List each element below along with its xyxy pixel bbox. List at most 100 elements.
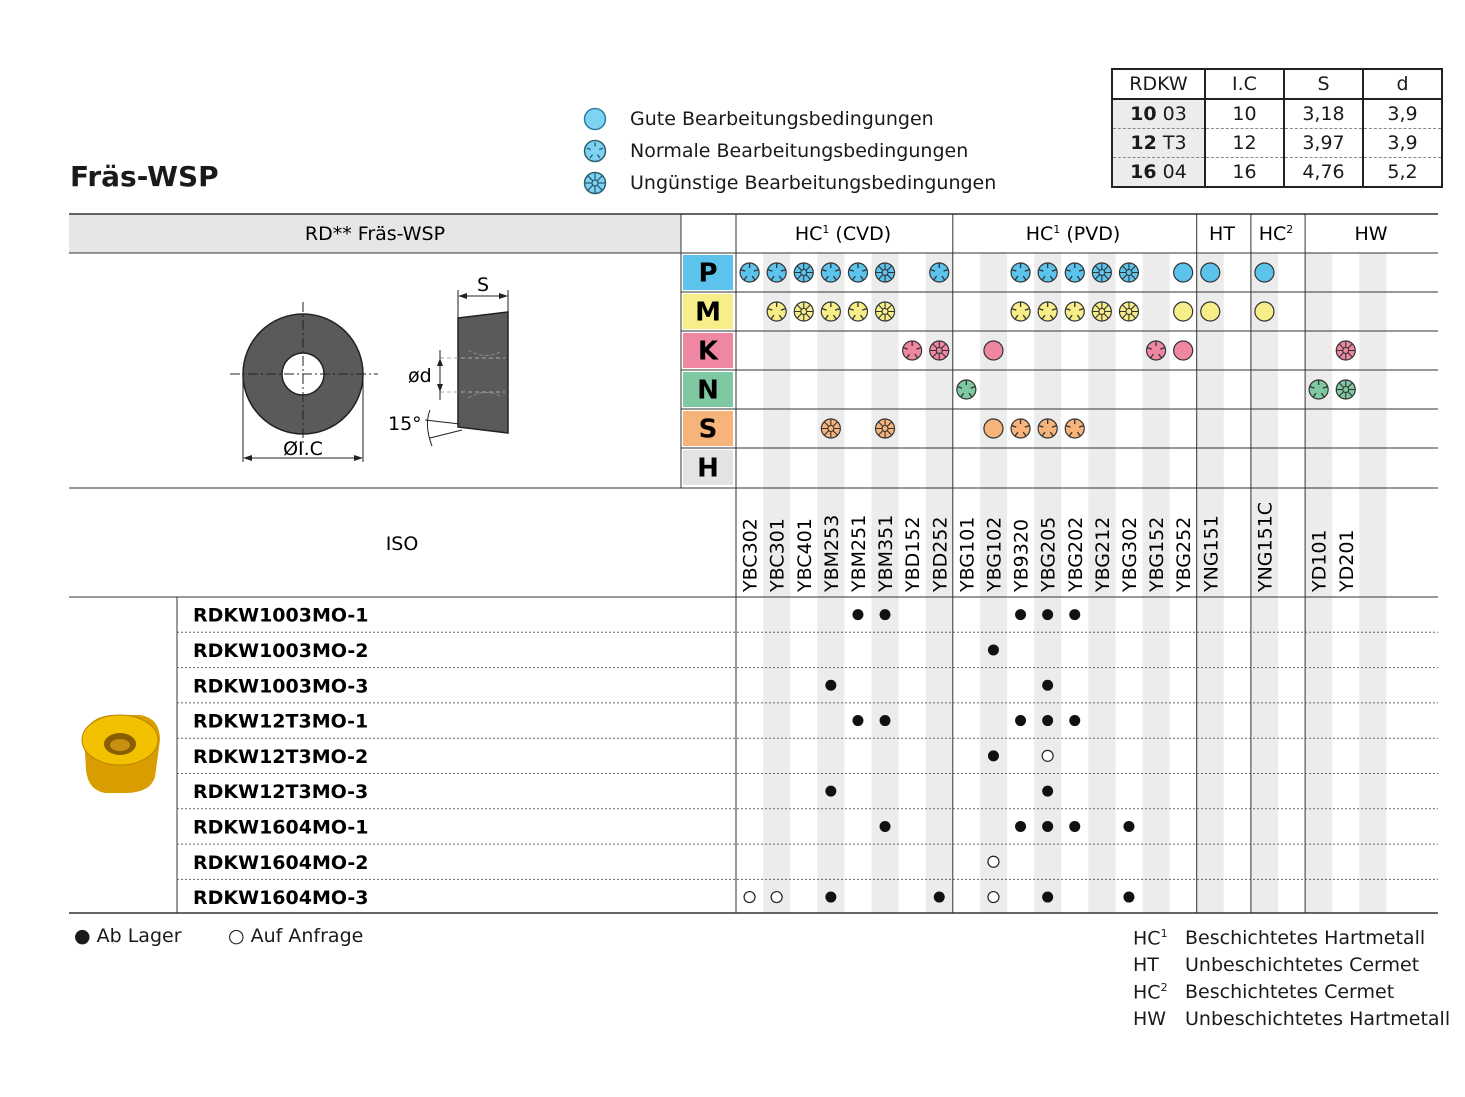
grade-label: YBC302 xyxy=(740,518,762,593)
normal-condition-icon xyxy=(1010,301,1031,322)
bad-condition-icon xyxy=(874,418,896,439)
in-stock-mark xyxy=(852,715,864,727)
insert-photo xyxy=(81,714,160,793)
bad-condition-icon xyxy=(1335,379,1356,400)
grade-label: YD201 xyxy=(1336,529,1358,593)
group-hc1-cvd: HC1 (CVD) xyxy=(795,223,891,245)
product-name: RDKW1003MO-2 xyxy=(193,640,368,662)
normal-condition-icon xyxy=(1064,418,1085,439)
in-stock-mark xyxy=(1042,715,1054,727)
key-hc2: HC2 Beschichtetes Cermet xyxy=(1133,981,1395,1004)
good-condition-icon xyxy=(1254,262,1275,283)
insert-drawing: ØI.C ød S 15° xyxy=(230,274,509,462)
normal-condition-icon xyxy=(1145,340,1167,361)
normal-condition-icon xyxy=(1064,262,1085,283)
bad-condition-icon xyxy=(793,262,814,283)
normal-condition-icon xyxy=(739,262,760,283)
in-stock-mark xyxy=(1042,891,1054,903)
bad-condition-icon xyxy=(1118,262,1140,283)
bad-condition-icon xyxy=(820,418,841,439)
bad-condition-icon xyxy=(793,301,814,322)
product-row[interactable]: RDKW1003MO-3 xyxy=(193,675,1054,697)
in-stock-mark xyxy=(879,715,891,727)
product-row[interactable]: RDKW12T3MO-2 xyxy=(193,746,1054,768)
ic-dimension-label: ØI.C xyxy=(283,438,323,460)
normal-condition-icon xyxy=(1037,418,1058,439)
grade-label: YBG252 xyxy=(1173,517,1195,593)
grade-label: YBG212 xyxy=(1092,517,1114,593)
grade-label: YBG102 xyxy=(983,517,1005,593)
material-letter: S xyxy=(699,415,718,445)
grade-label: YNG151 xyxy=(1200,515,1222,593)
in-stock-mark xyxy=(933,891,945,903)
grade-label: YBC301 xyxy=(767,518,789,593)
grade-label: YBC401 xyxy=(794,518,816,593)
in-stock-mark xyxy=(1015,820,1027,832)
key-ht: HT Unbeschichtetes Cermet xyxy=(1133,954,1420,976)
group-hc2: HC2 xyxy=(1259,223,1294,245)
in-stock-mark xyxy=(852,609,864,621)
product-rows: RDKW1003MO-1 RDKW1003MO-2 RDKW1003MO-3 RDKW… xyxy=(193,605,1135,909)
good-condition-icon xyxy=(1200,262,1221,283)
in-stock-mark xyxy=(825,785,837,797)
on-request-legend: ○ Auf Anfrage xyxy=(228,925,364,947)
bad-condition-icon xyxy=(874,262,896,283)
in-stock-mark xyxy=(1069,820,1081,832)
grade-label: YBG205 xyxy=(1038,517,1060,593)
product-name: RDKW1604MO-2 xyxy=(193,852,368,874)
grade-label: YNG151C xyxy=(1254,502,1276,593)
in-stock-mark xyxy=(987,644,999,656)
grade-label: YBM351 xyxy=(875,515,897,593)
in-stock-mark xyxy=(1042,785,1054,797)
group-hc1-pvd: HC1 (PVD) xyxy=(1026,223,1121,245)
normal-condition-icon xyxy=(929,262,950,283)
product-name: RDKW1003MO-1 xyxy=(193,605,368,627)
grade-label: YD101 xyxy=(1309,529,1331,593)
key-hc1: HC1 Beschichtetes Hartmetall xyxy=(1133,927,1426,950)
product-row[interactable]: RDKW12T3MO-3 xyxy=(193,781,1054,803)
grade-label: YBG101 xyxy=(956,517,978,593)
on-request-mark xyxy=(987,890,1000,904)
in-stock-mark xyxy=(987,750,999,762)
in-stock-mark xyxy=(879,609,891,621)
key-desc: Unbeschichtetes Cermet xyxy=(1185,954,1420,976)
in-stock-mark xyxy=(825,891,837,903)
group-ht: HT xyxy=(1209,223,1235,245)
normal-condition-icon xyxy=(766,262,787,283)
key-desc: Beschichtetes Cermet xyxy=(1185,981,1395,1003)
normal-condition-icon xyxy=(1010,418,1031,439)
normal-condition-icon xyxy=(1037,301,1058,322)
in-stock-mark xyxy=(1069,609,1081,621)
in-stock-mark xyxy=(879,820,891,832)
bad-condition-icon xyxy=(929,340,950,361)
in-stock-mark xyxy=(1123,891,1135,903)
angle-label: 15° xyxy=(388,413,422,435)
material-letter: M xyxy=(695,298,721,328)
on-request-mark xyxy=(770,890,783,904)
grade-label: YBG302 xyxy=(1119,517,1141,593)
normal-condition-icon xyxy=(1037,262,1058,283)
normal-condition-icon xyxy=(820,262,841,283)
in-stock-mark xyxy=(1042,820,1054,832)
insert-side-view xyxy=(457,311,509,434)
good-condition-icon xyxy=(1200,301,1221,322)
normal-condition-icon xyxy=(956,379,977,400)
in-stock-legend: ● Ab Lager xyxy=(74,925,182,947)
product-name: RDKW1604MO-1 xyxy=(193,816,368,838)
normal-condition-icon xyxy=(847,262,869,283)
good-condition-icon xyxy=(1173,262,1194,283)
in-stock-mark xyxy=(1015,715,1027,727)
key-hw: HW Unbeschichtetes Hartmetall xyxy=(1133,1008,1451,1030)
hole-dimension-label: ød xyxy=(408,365,432,387)
thickness-label: S xyxy=(477,274,489,296)
material-letter: P xyxy=(698,259,717,289)
product-name: RDKW1003MO-3 xyxy=(193,675,368,697)
bad-condition-icon xyxy=(1091,301,1112,322)
iso-label: ISO xyxy=(386,533,419,555)
grade-label: YBM253 xyxy=(821,515,843,593)
normal-condition-icon xyxy=(1308,379,1329,400)
normal-condition-icon xyxy=(766,301,787,322)
product-name: RDKW1604MO-3 xyxy=(193,887,368,909)
key-desc: Unbeschichtetes Hartmetall xyxy=(1185,1008,1451,1030)
good-condition-icon xyxy=(1254,301,1275,322)
